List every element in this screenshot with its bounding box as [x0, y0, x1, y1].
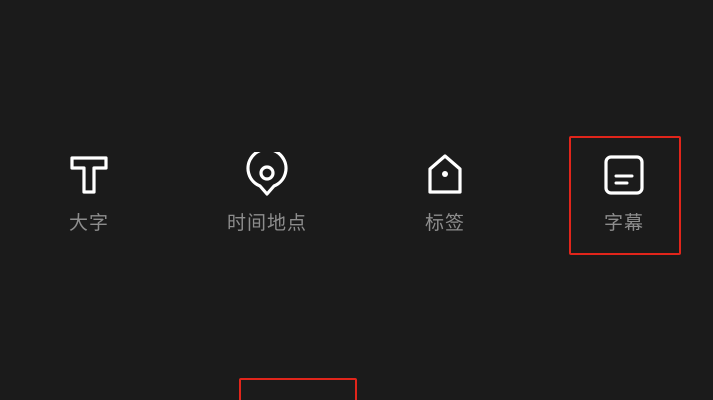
tag-icon: [422, 152, 468, 198]
big-text-tool[interactable]: 大字: [34, 152, 144, 242]
subtitle-tool[interactable]: 字幕: [569, 152, 679, 242]
tool-panel: 大字 时间地点 标签 字幕: [0, 0, 713, 400]
bottom-highlight-box: [239, 378, 357, 400]
location-pin-icon: [244, 152, 290, 198]
tag-tool[interactable]: 标签: [390, 152, 500, 242]
time-location-label: 时间地点: [226, 212, 307, 234]
tag-label: 标签: [424, 212, 465, 234]
big-text-label: 大字: [68, 212, 109, 234]
big-text-icon: [66, 152, 112, 198]
subtitle-label: 字幕: [603, 212, 644, 234]
subtitle-icon: [601, 152, 647, 198]
time-location-tool[interactable]: 时间地点: [212, 152, 322, 242]
